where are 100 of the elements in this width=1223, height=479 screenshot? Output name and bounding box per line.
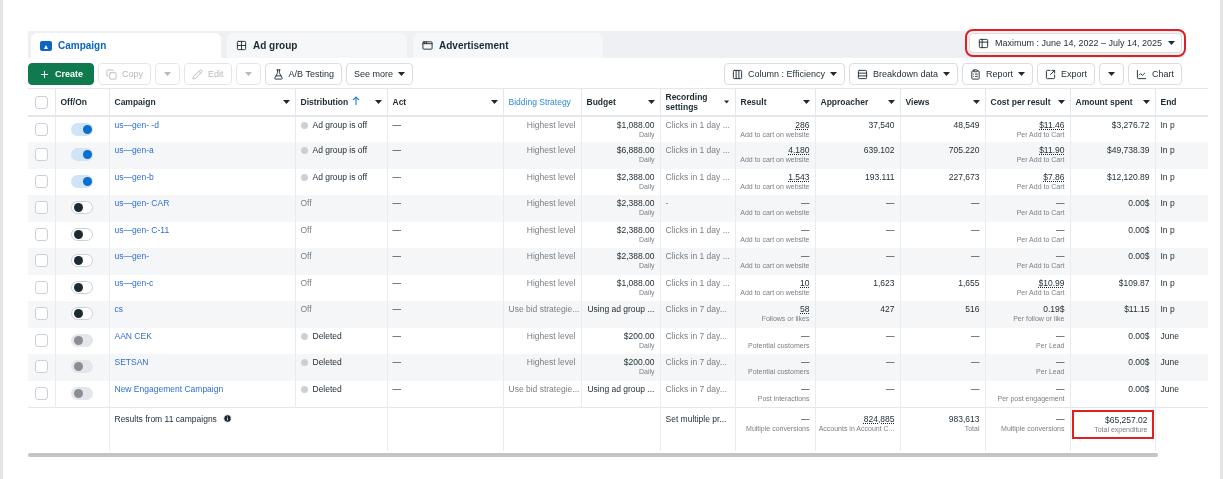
tab[interactable]: Campaign	[31, 33, 221, 58]
distribution-status: Ad group is off	[300, 171, 368, 182]
table-cell: Highest level	[526, 224, 576, 235]
copy-icon	[106, 68, 117, 80]
column-header[interactable]: Act	[387, 88, 503, 116]
campaign-link[interactable]: us—gen- C-11	[114, 224, 170, 235]
campaign-link[interactable]: us—gen-b	[114, 171, 154, 182]
menu-button[interactable]: Column : Efficiency	[724, 63, 845, 85]
metric-link[interactable]: 58	[800, 304, 810, 315]
toggle-switch[interactable]	[71, 307, 93, 320]
toggle-switch[interactable]	[71, 227, 93, 241]
tab[interactable]: Ad group	[227, 33, 407, 58]
grid-icon	[236, 40, 247, 51]
toggle-switch[interactable]	[71, 201, 93, 214]
metric-value: —	[801, 198, 810, 209]
table-cell: —	[392, 251, 401, 261]
column-header[interactable]: Budget	[581, 88, 660, 116]
report-icon	[969, 68, 981, 80]
caret-icon	[282, 99, 290, 104]
toggle-switch[interactable]	[71, 254, 93, 267]
table-cell: In p	[1160, 277, 1175, 288]
metric-link[interactable]: 286	[795, 119, 810, 130]
table-cell: —	[392, 119, 401, 130]
distribution-status: Off	[300, 304, 312, 314]
menu-button[interactable]: Breakdown data	[848, 63, 958, 85]
metric-link[interactable]: 4.180	[788, 145, 810, 156]
campaign-link[interactable]: us—gen-	[114, 251, 149, 261]
table-cell: 0.00$	[1128, 383, 1150, 394]
toggle-switch[interactable]	[71, 174, 93, 188]
column-header[interactable]: Amount spent	[1070, 88, 1155, 116]
metric-link[interactable]: 1.543	[788, 171, 810, 182]
campaign-link[interactable]: us—gen- -d	[114, 119, 159, 130]
table-cell: June	[1160, 383, 1179, 394]
toolbar-button[interactable]: Export	[1036, 63, 1095, 85]
table-cell: 48,549	[953, 119, 980, 130]
row-checkbox[interactable]	[35, 174, 48, 188]
table-cell: -	[665, 198, 669, 208]
table-cell: $3,276.72	[1111, 119, 1150, 130]
table-cell: Highest level	[526, 119, 576, 130]
table-cell: Clicks in 1 day ...	[665, 171, 730, 182]
table-cell: Clicks in 1 day ...	[665, 277, 730, 288]
menu-button[interactable]: Report	[961, 63, 1033, 85]
select-all-checkbox[interactable]	[35, 95, 48, 109]
distribution-status: Off	[300, 198, 312, 208]
table-cell: June	[1160, 357, 1179, 367]
flask-icon	[272, 68, 284, 80]
distribution-status: Deleted	[300, 330, 342, 341]
toggle-switch[interactable]	[71, 122, 93, 136]
column-header[interactable]: Cost per result	[985, 88, 1070, 116]
metric-link[interactable]: 824,885	[863, 413, 895, 424]
scrollbar[interactable]	[28, 453, 1158, 457]
column-header[interactable]: Views	[900, 88, 985, 116]
campaign-link[interactable]: us—gen- CAR	[114, 198, 170, 208]
row-checkbox[interactable]	[35, 254, 48, 267]
row-checkbox[interactable]	[35, 148, 48, 161]
column-header[interactable]: Campaign	[109, 88, 295, 116]
table-cell: In p	[1160, 251, 1175, 261]
table-cell: Highest level	[526, 251, 576, 261]
column-header[interactable]: Bidding Strategy	[503, 88, 581, 116]
toggle-switch[interactable]	[71, 148, 93, 161]
budget-value: $2,388.00	[616, 224, 655, 235]
metric-link[interactable]: $7.86	[1043, 171, 1065, 182]
distribution-status: Ad group is off	[300, 145, 368, 155]
metric-link[interactable]: $10.99	[1038, 277, 1065, 288]
toggle-switch[interactable]	[71, 280, 93, 294]
caret-icon	[1108, 72, 1115, 76]
toolbar-button[interactable]: Chart	[1128, 63, 1182, 85]
column-header[interactable]: Off/On	[55, 88, 109, 116]
campaign-link[interactable]: us—gen-c	[114, 277, 154, 288]
row-checkbox[interactable]	[35, 122, 48, 136]
column-header[interactable]: Approacher	[815, 88, 900, 116]
table-cell: In p	[1160, 119, 1175, 130]
toolbar-button[interactable]: A/B Testing	[264, 63, 342, 85]
metric-value: —	[1056, 224, 1065, 235]
info-icon[interactable]	[223, 413, 233, 423]
table-cell: 193.111	[865, 171, 895, 182]
column-header[interactable]: Distribution	[295, 88, 387, 116]
row-checkbox[interactable]	[35, 307, 48, 320]
campaign-link[interactable]: cs	[114, 304, 123, 314]
row-checkbox[interactable]	[35, 201, 48, 214]
row-checkbox[interactable]	[35, 227, 48, 241]
column-header[interactable]: Result	[735, 88, 815, 116]
table-cell: 639.102	[863, 145, 895, 155]
row-checkbox[interactable]	[35, 280, 48, 294]
column-header[interactable]: End	[1155, 88, 1208, 116]
table-cell: —	[886, 357, 895, 367]
metric-link[interactable]: 10	[800, 277, 810, 288]
table-cell: In p	[1160, 171, 1175, 182]
dropdown-button[interactable]	[1099, 63, 1124, 85]
metric-link[interactable]: $11.46	[1039, 119, 1065, 130]
table-cell: —	[971, 330, 980, 341]
campaign-link[interactable]: us—gen-a	[114, 145, 154, 155]
metric-link[interactable]: $11.90	[1039, 145, 1065, 156]
create-button[interactable]: Create	[28, 63, 94, 85]
table-cell: 705.220	[948, 145, 980, 155]
menu-button[interactable]: See more	[345, 63, 413, 85]
column-header[interactable]: Recording settings	[660, 88, 735, 116]
tab[interactable]: Advertisement	[413, 33, 603, 58]
table-cell: —	[971, 251, 980, 261]
table-cell: In p	[1160, 145, 1175, 155]
